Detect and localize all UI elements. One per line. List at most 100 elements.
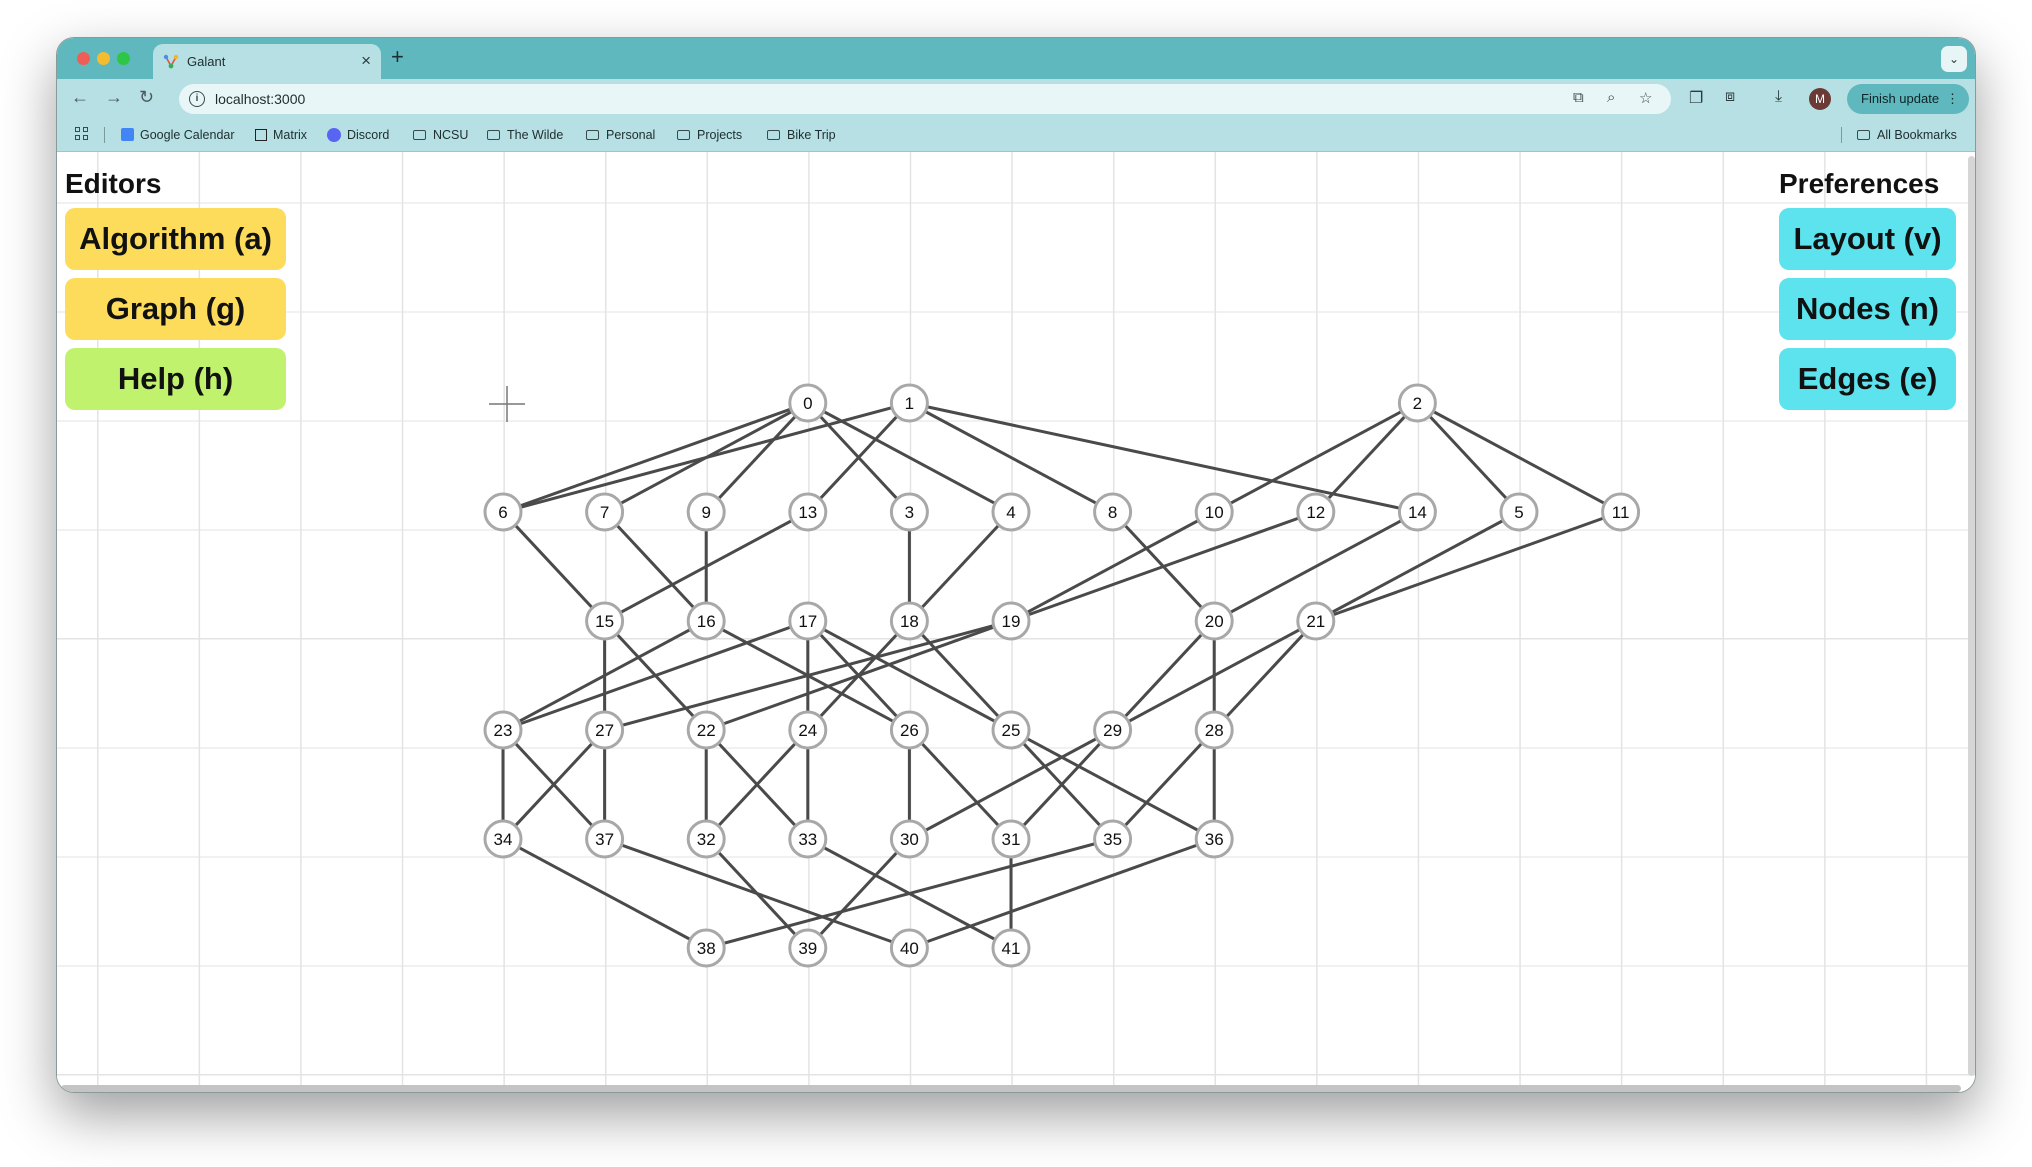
graph-node-14[interactable]: 14	[1397, 492, 1437, 532]
minimize-window-button[interactable]	[97, 52, 110, 65]
graph-node-4[interactable]: 4	[991, 492, 1031, 532]
graph-edge-1-14[interactable]	[909, 401, 1418, 514]
graph-edge-30-39[interactable]	[806, 837, 911, 950]
graph-node-40[interactable]: 40	[889, 928, 929, 968]
bookmark-google-calendar[interactable]: Google Calendar	[121, 128, 235, 142]
profile-avatar[interactable]: M	[1809, 88, 1831, 110]
browser-tab[interactable]: Galant ×	[153, 44, 381, 79]
bookmark-bike-trip[interactable]: Bike Trip	[767, 128, 836, 142]
graph-edge-36-40[interactable]	[908, 837, 1215, 950]
graph-node-37[interactable]: 37	[585, 819, 625, 859]
graph-node-2[interactable]: 2	[1397, 383, 1437, 423]
close-window-button[interactable]	[77, 52, 90, 65]
graph-edge-2-5[interactable]	[1416, 401, 1521, 514]
graph-node-24[interactable]: 24	[788, 710, 828, 750]
site-info-icon[interactable]: i	[189, 91, 205, 107]
graph-node-17[interactable]: 17	[788, 601, 828, 641]
graph-node-6[interactable]: 6	[483, 492, 523, 532]
bookmark-the-wilde[interactable]: The Wilde	[487, 128, 563, 142]
graph-node-9[interactable]: 9	[686, 492, 726, 532]
reload-icon[interactable]: ↻	[139, 87, 154, 108]
graph-edge-12-19[interactable]	[1010, 510, 1317, 623]
graph-node-38[interactable]: 38	[686, 928, 726, 968]
graph-editor-button[interactable]: Graph (g)	[65, 278, 286, 340]
graph-node-31[interactable]: 31	[991, 819, 1031, 859]
graph-node-35[interactable]: 35	[1093, 819, 1133, 859]
graph-node-28[interactable]: 28	[1194, 710, 1234, 750]
vertical-scrollbar[interactable]	[1968, 156, 1975, 1076]
zoom-icon[interactable]: ⌕	[1607, 89, 1615, 106]
graph-node-20[interactable]: 20	[1194, 601, 1234, 641]
graph-edge-7-16[interactable]	[603, 510, 708, 623]
cast-icon[interactable]: ⧉	[1573, 89, 1584, 106]
graph-edge-26-31[interactable]	[908, 728, 1013, 841]
finish-update-button[interactable]: Finish update ⋮	[1847, 84, 1969, 114]
help-button[interactable]: Help (h)	[65, 348, 286, 410]
address-bar[interactable]: i localhost:3000 ⧉ ⌕ ☆	[179, 84, 1671, 114]
apps-grid-icon[interactable]	[75, 127, 89, 141]
graph-node-25[interactable]: 25	[991, 710, 1031, 750]
layout-preferences-button[interactable]: Layout (v)	[1779, 208, 1956, 270]
bookmark-personal[interactable]: Personal	[586, 128, 655, 142]
bookmark-all-bookmarks[interactable]: All Bookmarks	[1857, 128, 1957, 142]
graph-node-33[interactable]: 33	[788, 819, 828, 859]
graph-node-1[interactable]: 1	[889, 383, 929, 423]
graph-node-21[interactable]: 21	[1296, 601, 1336, 641]
graph-node-15[interactable]: 15	[585, 601, 625, 641]
graph-edge-28-35[interactable]	[1111, 728, 1216, 841]
graph-node-8[interactable]: 8	[1093, 492, 1133, 532]
maximize-window-button[interactable]	[117, 52, 130, 65]
graph-edge-0-9[interactable]	[705, 401, 809, 514]
graph-node-30[interactable]: 30	[889, 819, 929, 859]
edges-preferences-button[interactable]: Edges (e)	[1779, 348, 1956, 410]
graph-node-27[interactable]: 27	[585, 710, 625, 750]
graph-node-39[interactable]: 39	[788, 928, 828, 968]
graph-edge-11-21[interactable]	[1315, 510, 1622, 623]
graph-node-32[interactable]: 32	[686, 819, 726, 859]
graph-node-11[interactable]: 11	[1601, 492, 1641, 532]
graph-edge-18-25[interactable]	[908, 619, 1013, 732]
bookmark-ncsu[interactable]: NCSU	[413, 128, 468, 142]
graph-node-22[interactable]: 22	[686, 710, 726, 750]
bookmark-matrix[interactable]: Matrix	[255, 128, 307, 142]
graph-node-12[interactable]: 12	[1296, 492, 1336, 532]
graph-edge-32-39[interactable]	[705, 837, 809, 950]
bookmark-star-icon[interactable]: ☆	[1639, 89, 1652, 107]
extensions-icon[interactable]: ⧈	[1725, 88, 1735, 106]
graph-node-0[interactable]: 0	[788, 383, 828, 423]
graph-canvas[interactable]: 0 1 2 3 4 5 6 7 8 9 10 11 12 13 14 15 16 17 18 19 20 21 22 23 24…	[57, 152, 1976, 1093]
horizontal-scrollbar[interactable]	[61, 1085, 1961, 1092]
nodes-preferences-button[interactable]: Nodes (n)	[1779, 278, 1956, 340]
graph-node-3[interactable]: 3	[889, 492, 929, 532]
tab-groups-icon[interactable]: ❐	[1689, 88, 1703, 108]
forward-arrow-icon[interactable]: →	[105, 87, 123, 108]
graph-node-19[interactable]: 19	[991, 601, 1031, 641]
new-tab-button[interactable]: +	[391, 44, 404, 70]
graph-edge-6-15[interactable]	[501, 510, 606, 623]
graph-node-7[interactable]: 7	[585, 492, 625, 532]
graph-node-16[interactable]: 16	[686, 601, 726, 641]
graph-node-18[interactable]: 18	[889, 601, 929, 641]
bookmark-projects[interactable]: Projects	[677, 128, 742, 142]
algorithm-editor-button[interactable]: Algorithm (a)	[65, 208, 286, 270]
graph-node-23[interactable]: 23	[483, 710, 523, 750]
download-icon[interactable]: ⤓	[1775, 88, 1782, 106]
tab-close-icon[interactable]: ×	[361, 51, 371, 71]
graph-edge-17-23[interactable]	[502, 619, 809, 732]
bookmark-discord[interactable]: Discord	[327, 128, 389, 142]
tab-search-chevron-icon[interactable]: ⌄	[1941, 46, 1967, 72]
graph-node-41[interactable]: 41	[991, 928, 1031, 968]
graph-edge-21-28[interactable]	[1213, 619, 1317, 732]
graph-node-29[interactable]: 29	[1093, 710, 1133, 750]
graph-svg[interactable]: 0 1 23 4 56 7 89 10 111213 1415 16 17 18 19 20 212223 24…	[57, 152, 1976, 1093]
graph-edge-20-29[interactable]	[1111, 619, 1216, 732]
back-arrow-icon[interactable]: ←	[71, 87, 89, 108]
graph-node-13[interactable]: 13	[788, 492, 828, 532]
graph-node-36[interactable]: 36	[1194, 819, 1234, 859]
graph-node-26[interactable]: 26	[889, 710, 929, 750]
graph-edge-4-18[interactable]	[908, 510, 1013, 623]
graph-node-5[interactable]: 5	[1499, 492, 1539, 532]
url-text[interactable]: localhost:3000	[215, 91, 305, 107]
graph-edge-2-12[interactable]	[1314, 401, 1419, 514]
graph-edge-19-22[interactable]	[705, 619, 1012, 732]
